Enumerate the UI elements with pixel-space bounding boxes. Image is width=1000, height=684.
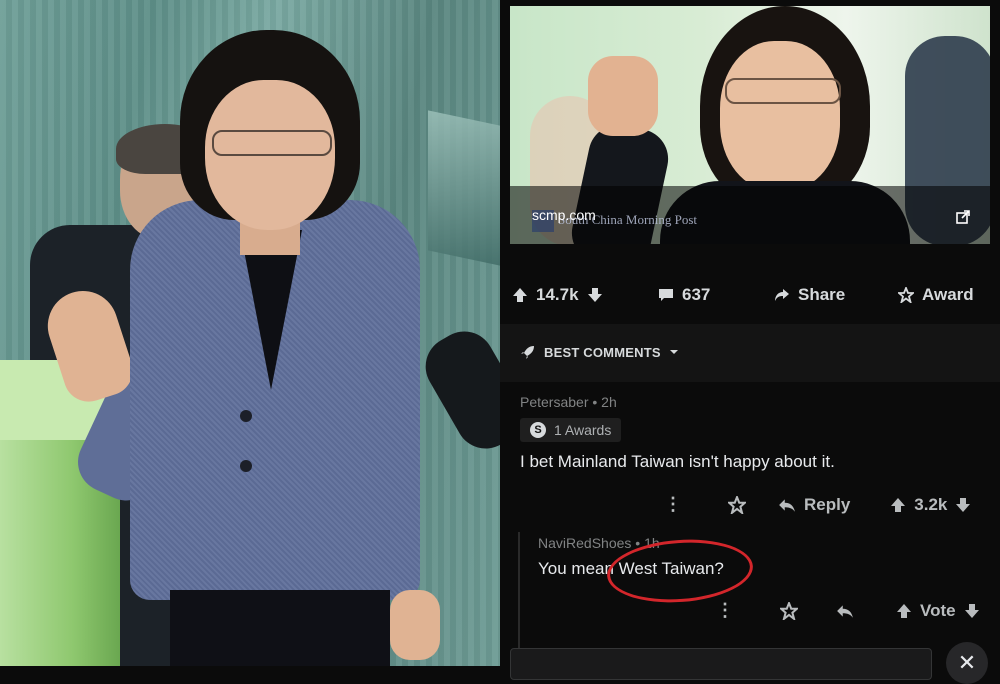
upvote-icon[interactable] (890, 497, 906, 513)
comment-meta: Petersaber • 2h (520, 394, 617, 410)
comment-sort-bar: BEST COMMENTS (500, 324, 1000, 382)
source-domain: scmp.com (532, 207, 596, 223)
close-icon[interactable]: ✕ (946, 642, 988, 684)
upvote-icon[interactable] (512, 287, 528, 303)
sort-label: BEST COMMENTS (544, 344, 661, 360)
comments-button[interactable]: 637 (658, 285, 710, 305)
rocket-icon (521, 346, 534, 359)
left-photo (0, 0, 500, 666)
woman-glasses (212, 130, 332, 156)
jacket-button (240, 410, 252, 422)
comment-input[interactable] (510, 648, 932, 680)
post-link-thumbnail[interactable]: South China Morning Post scmp.com (510, 6, 990, 244)
external-link-icon[interactable] (956, 210, 970, 224)
comment-body: I bet Mainland Taiwan isn't happy about … (520, 452, 835, 471)
chevron-down-icon (669, 350, 678, 354)
vote-label: Vote (920, 600, 956, 620)
award-label: Award (922, 285, 974, 304)
downvote-icon[interactable] (964, 603, 980, 619)
reply-icon[interactable] (778, 496, 796, 514)
post-score: 14.7k (536, 285, 579, 304)
reply-label[interactable]: Reply (804, 495, 850, 515)
comment-action-bar: ⋮ Reply 3.2k (664, 494, 971, 515)
sort-dropdown[interactable]: BEST COMMENTS (520, 344, 679, 360)
more-options-icon[interactable]: ⋮ (664, 494, 682, 515)
thumb-glasses (725, 78, 841, 104)
thumb-raised-fist (588, 56, 658, 136)
downvote-icon[interactable] (587, 287, 603, 303)
vote-group: 14.7k (512, 285, 603, 305)
award-icon[interactable] (728, 495, 746, 514)
jacket-button (240, 460, 252, 472)
waving-woman (38, 30, 470, 666)
comment-author[interactable]: NaviRedShoes (538, 535, 631, 551)
upvote-icon[interactable] (896, 603, 912, 619)
comment-action-bar: ⋮ Vote (716, 600, 980, 621)
comment-time: 2h (601, 394, 617, 410)
more-options-icon[interactable]: ⋮ (716, 600, 734, 621)
thumb-face (720, 41, 840, 191)
woman-pants (170, 590, 390, 666)
share-label: Share (798, 285, 846, 304)
woman-hand (390, 590, 440, 660)
comment-score: 3.2k (914, 494, 948, 514)
award-badge[interactable]: S 1 Awards (520, 418, 622, 442)
downvote-icon[interactable] (955, 497, 971, 513)
thread-line[interactable] (518, 532, 520, 666)
award-icon[interactable] (780, 601, 798, 620)
post-action-bar: 14.7k 637 Share Award (500, 270, 1000, 320)
reply-icon[interactable] (836, 602, 854, 620)
comment: Petersaber • 2h S 1 Awards I bet Mainlan… (520, 394, 835, 472)
comment-author[interactable]: Petersaber (520, 394, 588, 410)
award-count: 1 Awards (554, 422, 612, 438)
award-button[interactable]: Award (898, 285, 974, 305)
award-icon (898, 287, 914, 303)
share-icon (775, 289, 789, 301)
comment-icon (659, 289, 673, 301)
silver-award-icon: S (530, 422, 546, 438)
share-button[interactable]: Share (774, 285, 845, 305)
comment-count: 637 (682, 285, 711, 304)
